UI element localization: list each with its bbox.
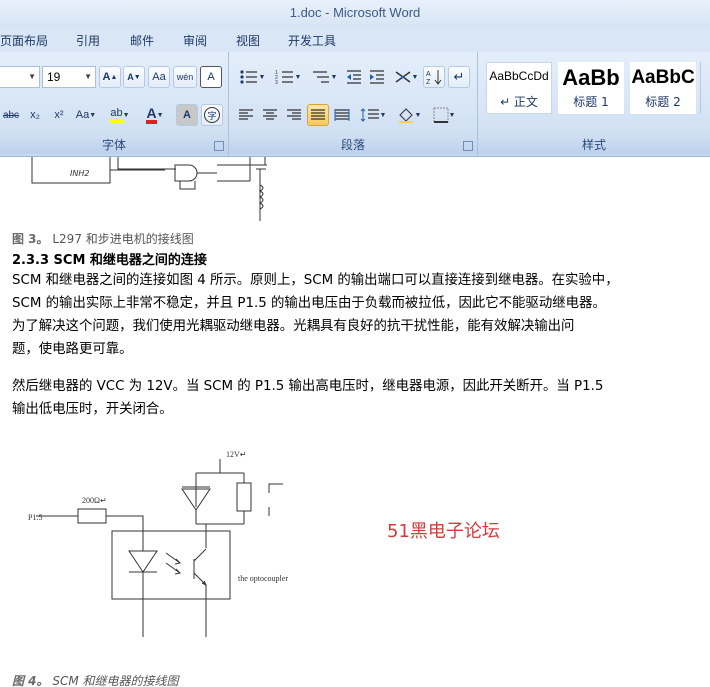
subscript-button[interactable]: x₂ — [24, 104, 46, 126]
bullets-icon — [239, 70, 257, 84]
paragraph-1: SCM 和继电器之间的连接如图 4 所示。原则上，SCM 的输出端口可以直接连接… — [12, 269, 702, 361]
highlight-button[interactable]: ab ▼ — [104, 104, 136, 126]
align-left-button[interactable] — [235, 104, 257, 126]
font-size-combo[interactable]: 19 ▼ — [42, 66, 96, 88]
forum-watermark: 51黑电子论坛 — [387, 521, 500, 542]
font-group-label: 字体 — [0, 136, 228, 154]
sort-button[interactable]: AZ — [423, 66, 445, 88]
style-heading-2[interactable]: AaBbC 标题 2 — [630, 62, 696, 114]
vcc-label: 12V↵ — [226, 450, 246, 459]
show-marks-button[interactable]: ↵ — [448, 66, 470, 88]
figure3-label: 图 3。 — [12, 232, 49, 246]
align-center-button[interactable] — [259, 104, 281, 126]
paragraph-1-line-3: 为了解决这个问题，我们使用光耦驱动继电器。光耦具有良好的抗干扰性能，能有效解决输… — [12, 319, 575, 334]
figure4-label: 图 4。 — [12, 674, 49, 687]
tab-page-layout[interactable]: 页面布局 — [0, 32, 48, 49]
figure3-caption-text: L297 和步进电机的接线图 — [52, 232, 194, 246]
paragraph-1-line-4: 题，使电路更可靠。 — [12, 342, 133, 357]
char-border-button[interactable]: A — [200, 66, 222, 88]
figure4-caption-text: SCM 和继电器的接线图 — [52, 674, 179, 687]
font-name-combo[interactable]: ▼ — [0, 66, 40, 88]
decrease-indent-icon — [347, 70, 361, 84]
line-spacing-icon — [360, 108, 379, 122]
numbering-button[interactable]: 1 2 3 ▼ — [271, 66, 305, 88]
style-heading-1[interactable]: AaBb 标题 1 — [558, 62, 624, 114]
decrease-indent-button[interactable] — [343, 66, 365, 88]
figure4-caption: 图 4。 SCM 和继电器的接线图 — [12, 672, 179, 687]
tab-mailings[interactable]: 邮件 — [130, 32, 154, 49]
paragraph-group-label: 段落 — [229, 136, 477, 154]
resistor-label: 200Ω↵ — [82, 496, 107, 505]
char-shading-button[interactable]: A — [176, 104, 198, 126]
line-spacing-button[interactable]: ▼ — [357, 104, 389, 126]
justify-button[interactable] — [307, 104, 329, 126]
tab-references[interactable]: 引用 — [76, 32, 100, 49]
justify-icon — [311, 109, 325, 120]
font-group: ▼ 19 ▼ A ▲ A ▼ Aa wén A abc x₂ x² Aa ▼ ab ▼ A… — [0, 52, 229, 156]
align-center-icon — [263, 109, 277, 120]
svg-text:3: 3 — [275, 80, 278, 85]
font-size-value: 19 — [47, 70, 61, 84]
paragraph-2-line-2: 输出低电压时，开关闭合。 — [12, 402, 173, 417]
paragraph-2: 然后继电器的 VCC 为 12V。当 SCM 的 P1.5 输出高电压时，继电器… — [12, 375, 702, 421]
paragraph-1-line-2: SCM 的输出实际上非常不稳定，并且 P1.5 的输出电压由于负载而被拉低，因此… — [12, 296, 606, 311]
ribbon: ▼ 19 ▼ A ▲ A ▼ Aa wén A abc x₂ x² Aa ▼ ab ▼ A… — [0, 52, 710, 157]
distributed-icon — [334, 109, 350, 121]
grow-font-button[interactable]: A ▲ — [99, 66, 121, 88]
document-canvas[interactable]: INH2 图 3。 L297 和步进电机的接线图 2.3.3 SCM 和继电器之… — [0, 157, 710, 687]
styles-group-label: 样式 — [478, 136, 710, 154]
paint-bucket-icon — [398, 108, 413, 123]
tab-review[interactable]: 审阅 — [183, 32, 207, 49]
styles-scroll[interactable] — [700, 62, 709, 114]
paragraph-1-line-1: SCM 和继电器之间的连接如图 4 所示。原则上，SCM 的输出端口可以直接连接… — [12, 273, 619, 288]
increase-indent-button[interactable] — [366, 66, 388, 88]
align-right-icon — [287, 109, 301, 120]
window-title: 1.doc - Microsoft Word — [289, 5, 421, 20]
enclose-char-button[interactable]: 字 — [201, 104, 223, 126]
figure3-diagram: INH2 — [31, 157, 267, 221]
bullets-button[interactable]: ▼ — [235, 66, 269, 88]
figure4-circuit-diagram: 12V↵ 200Ω↵ P1.5 the optocoupler — [28, 450, 288, 637]
figure3-caption: 图 3。 L297 和步进电机的接线图 — [12, 230, 194, 247]
font-dialog-launcher[interactable] — [214, 141, 224, 151]
chinese-layout-button[interactable]: ▼ — [391, 66, 421, 88]
shading-button[interactable]: ▼ — [393, 104, 425, 126]
superscript-button[interactable]: x² — [48, 104, 70, 126]
change-case-button[interactable]: Aa ▼ — [72, 104, 100, 126]
title-bar: 1.doc - Microsoft Word — [0, 0, 710, 27]
ribbon-tabs: 页面布局 引用 邮件 审阅 视图 开发工具 — [0, 27, 710, 52]
optocoupler-label: the optocoupler — [238, 574, 288, 583]
section-heading: 2.3.3 SCM 和继电器之间的连接 — [12, 253, 207, 268]
multilevel-list-button[interactable]: ▼ — [307, 66, 341, 88]
tab-developer[interactable]: 开发工具 — [288, 32, 336, 49]
clear-format-button[interactable]: Aa — [148, 66, 170, 88]
svg-text:Z: Z — [426, 79, 431, 86]
style-normal[interactable]: AaBbCcDd ↵ 正文 — [486, 62, 552, 114]
tab-view[interactable]: 视图 — [236, 32, 260, 49]
distributed-button[interactable] — [331, 104, 353, 126]
paragraph-group: ▼ 1 2 3 ▼ ▼ ▼ AZ ↵ ▼ ▼ ▼ 段落 — [229, 52, 478, 156]
styles-group: AaBbCcDd ↵ 正文 AaBb 标题 1 AaBbC 标题 2 样式 — [478, 52, 710, 156]
multilevel-list-icon — [312, 71, 329, 83]
inh2-label: INH2 — [70, 169, 89, 178]
sort-icon: AZ — [426, 70, 442, 86]
paragraph-dialog-launcher[interactable] — [463, 141, 473, 151]
strikethrough-button[interactable]: abc — [0, 104, 22, 126]
borders-button[interactable]: ▼ — [427, 104, 461, 126]
align-left-icon — [239, 109, 253, 120]
p15-label: P1.5 — [28, 513, 42, 522]
chinese-layout-icon — [395, 71, 410, 83]
svg-text:A: A — [426, 71, 431, 78]
borders-icon — [433, 107, 449, 123]
increase-indent-icon — [370, 70, 384, 84]
shrink-font-button[interactable]: A ▼ — [123, 66, 145, 88]
phonetic-guide-button[interactable]: wén — [173, 66, 197, 88]
numbering-icon: 123 — [275, 70, 293, 85]
paragraph-2-line-1: 然后继电器的 VCC 为 12V。当 SCM 的 P1.5 输出高电压时，继电器… — [12, 379, 604, 394]
align-right-button[interactable] — [283, 104, 305, 126]
font-color-button[interactable]: A ▼ — [140, 104, 170, 126]
